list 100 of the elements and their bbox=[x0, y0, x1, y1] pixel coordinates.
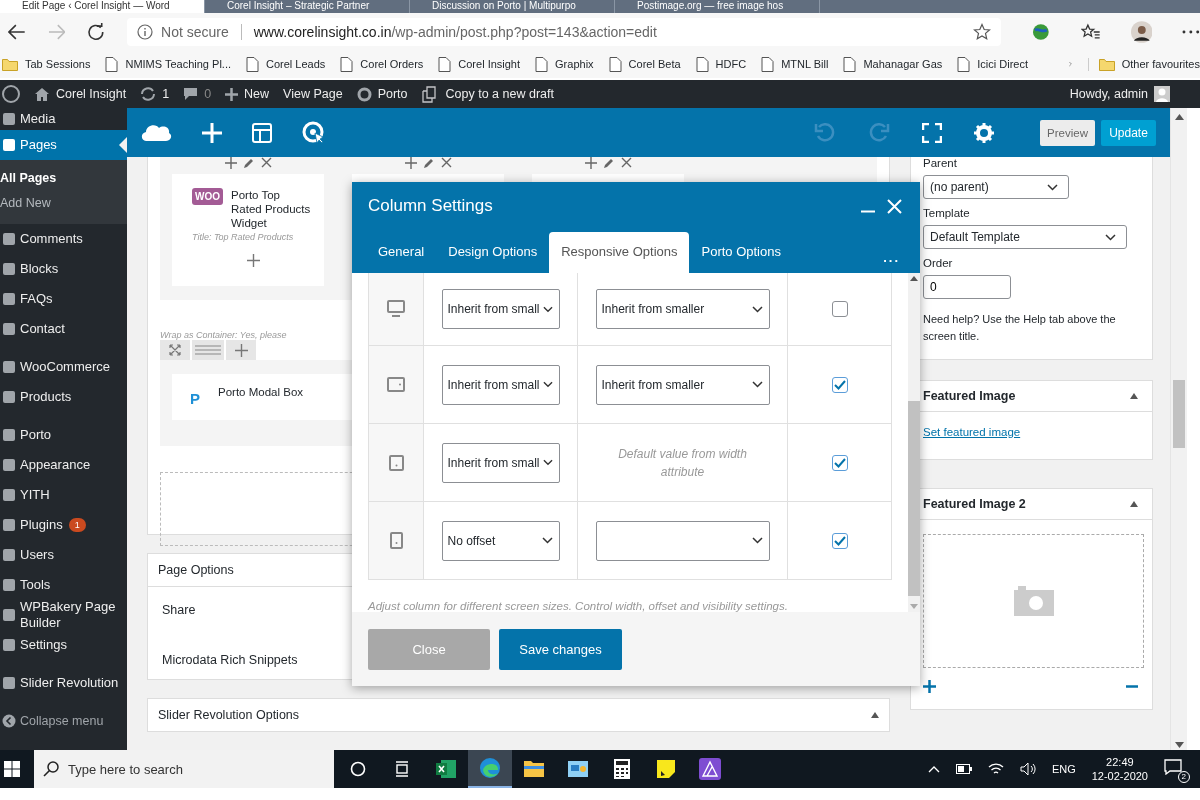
checkbox[interactable] bbox=[831, 376, 848, 393]
bookmark[interactable]: Mahanagar Gas bbox=[843, 56, 943, 72]
settings-icon[interactable] bbox=[974, 122, 994, 143]
sidebar-item[interactable]: Pages bbox=[0, 130, 127, 160]
sidebar-item[interactable]: Settings bbox=[0, 630, 127, 660]
back-icon[interactable] bbox=[8, 23, 26, 40]
offset-select[interactable]: Inherit from small bbox=[441, 364, 560, 405]
up-arrow-icon[interactable] bbox=[910, 276, 918, 281]
scrollbar[interactable] bbox=[1170, 108, 1187, 750]
plus-icon[interactable] bbox=[584, 157, 597, 169]
browser-icon[interactable] bbox=[468, 750, 512, 788]
offset-select[interactable]: No offset bbox=[441, 520, 560, 561]
new-link[interactable]: New bbox=[225, 87, 270, 101]
close-icon[interactable] bbox=[440, 157, 452, 168]
bookmark[interactable]: Corel Beta bbox=[608, 56, 681, 72]
account-link[interactable]: Howdy, admin bbox=[1069, 86, 1170, 102]
bookmark[interactable]: Corel Orders bbox=[340, 56, 424, 72]
collapse-arrow-icon[interactable] bbox=[1130, 393, 1138, 399]
sidebar-item[interactable]: Tools bbox=[0, 570, 127, 600]
bookmark[interactable]: Other favourites bbox=[1087, 57, 1200, 71]
reload-icon[interactable] bbox=[87, 22, 105, 41]
search-cursor-icon[interactable] bbox=[302, 120, 326, 145]
offset-select[interactable]: Inherit from small bbox=[441, 442, 560, 483]
layout-icon[interactable] bbox=[252, 122, 272, 143]
sidebar-item[interactable]: WooCommerce bbox=[0, 352, 127, 382]
fullscreen-icon[interactable] bbox=[922, 122, 942, 143]
dialog-tab[interactable]: Porto Options bbox=[689, 232, 793, 273]
sidebar-item[interactable]: FAQs bbox=[0, 284, 127, 314]
set-image-link[interactable]: Set featured image bbox=[923, 426, 1021, 438]
submenu-item[interactable]: All Pages bbox=[0, 166, 127, 191]
windows-start-icon[interactable] bbox=[4, 761, 20, 777]
width-select[interactable]: Inherit from smaller bbox=[595, 364, 770, 405]
bookmark[interactable]: Tab Sessions bbox=[2, 57, 91, 71]
bookmark[interactable]: Corel Leads bbox=[246, 56, 326, 72]
globe-icon[interactable] bbox=[1031, 21, 1052, 42]
address-field[interactable]: Not secure www.corelinsight.co.in/wp-admin/post.php?post=143&action=edit bbox=[127, 17, 1002, 46]
scrollbar-thumb[interactable] bbox=[908, 401, 920, 596]
plus-icon[interactable] bbox=[404, 157, 417, 169]
scrollbar[interactable] bbox=[908, 273, 920, 612]
bookmark[interactable]: Corel Insight bbox=[438, 56, 521, 72]
wifi-icon[interactable] bbox=[987, 762, 1004, 776]
expand-button[interactable] bbox=[160, 340, 190, 360]
dialog-tab[interactable]: Responsive Options bbox=[549, 232, 690, 273]
checkbox[interactable] bbox=[831, 532, 848, 549]
language-indicator[interactable]: ENG bbox=[1051, 763, 1076, 775]
collapse-menu-button[interactable]: Collapse menu bbox=[0, 706, 127, 736]
favorites-icon[interactable] bbox=[1081, 22, 1101, 41]
close-icon[interactable] bbox=[620, 157, 632, 168]
bookmark[interactable]: Icici Direct bbox=[957, 56, 1029, 72]
sidebar-item[interactable]: Slider Revolution bbox=[0, 668, 127, 698]
plus-icon[interactable] bbox=[923, 680, 936, 693]
circle-icon[interactable] bbox=[350, 761, 366, 777]
dialog-tab[interactable]: General bbox=[366, 232, 437, 273]
scrollbar-thumb[interactable] bbox=[1173, 380, 1185, 448]
bookmark[interactable]: NMIMS Teaching Pl... bbox=[105, 56, 231, 72]
width-select[interactable] bbox=[595, 520, 770, 561]
width-select[interactable]: Inherit from smaller bbox=[595, 289, 770, 329]
caret-icon[interactable] bbox=[927, 765, 940, 773]
theme-link[interactable]: Porto bbox=[356, 86, 408, 102]
sidebar-item[interactable]: Porto bbox=[0, 420, 127, 450]
sidebar-item[interactable]: WPBakery Page Builder bbox=[0, 600, 127, 630]
offset-select[interactable]: Inherit from small bbox=[441, 289, 560, 329]
sidebar-item[interactable]: Plugins 1 bbox=[0, 510, 127, 540]
task-view-icon[interactable] bbox=[394, 761, 410, 777]
avatar-icon[interactable] bbox=[1130, 20, 1153, 43]
collapse-arrow-icon[interactable] bbox=[871, 712, 879, 718]
volume-icon[interactable] bbox=[1019, 762, 1036, 776]
comments-link[interactable]: 0 bbox=[183, 87, 212, 101]
view-page-link[interactable]: View Page bbox=[283, 87, 343, 101]
updates-link[interactable]: 1 bbox=[140, 86, 170, 102]
star-icon[interactable] bbox=[973, 22, 992, 41]
search-field[interactable]: Type here to search bbox=[34, 750, 334, 788]
collapse-arrow-icon[interactable] bbox=[1130, 501, 1138, 507]
clock[interactable]: 22:49 12-02-2020 bbox=[1091, 755, 1148, 783]
browser-tab[interactable]: Edit Page ‹ Corel Insight — Word bbox=[0, 0, 205, 13]
save-button[interactable]: Save changes bbox=[499, 628, 622, 670]
drag-handle[interactable] bbox=[192, 340, 224, 360]
site-link[interactable]: Corel Insight bbox=[34, 86, 127, 102]
sidebar-item[interactable]: Blocks bbox=[0, 254, 127, 284]
bookmark[interactable]: Graphix bbox=[535, 56, 594, 72]
bookmark[interactable]: MTNL Bill bbox=[761, 56, 829, 72]
checkbox[interactable] bbox=[831, 301, 848, 317]
parent-select[interactable]: (no parent) bbox=[923, 175, 1069, 199]
close-icon[interactable] bbox=[260, 157, 272, 168]
sidebar-item[interactable]: YITH bbox=[0, 480, 127, 510]
battery-icon[interactable] bbox=[955, 764, 972, 774]
dialog-tab[interactable]: Design Options bbox=[436, 232, 550, 273]
order-input[interactable]: 0 bbox=[923, 275, 1011, 299]
sidebar-item[interactable]: Media bbox=[0, 108, 127, 130]
sidebar-item[interactable]: Appearance bbox=[0, 450, 127, 480]
more-icon[interactable] bbox=[1182, 29, 1200, 34]
logo-icon[interactable] bbox=[2, 85, 20, 103]
more-tabs-button[interactable]: ... bbox=[883, 243, 900, 273]
template-select[interactable]: Default Template bbox=[923, 225, 1127, 249]
add-button[interactable] bbox=[226, 340, 256, 360]
sidebar-item[interactable]: Users bbox=[0, 540, 127, 570]
plus-icon[interactable] bbox=[246, 254, 260, 267]
preview-button[interactable]: Preview bbox=[1040, 119, 1095, 146]
copy-draft-link[interactable]: Copy to a new draft bbox=[421, 85, 554, 103]
bookmark[interactable]: HDFC bbox=[695, 56, 747, 72]
